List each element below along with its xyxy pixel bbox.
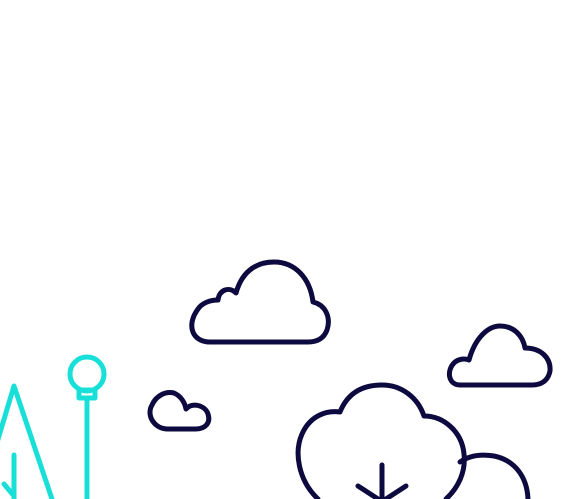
street-lamp-icon (67, 354, 107, 499)
line-art-illustration (0, 259, 553, 499)
bush-right-icon (457, 452, 531, 499)
cloud-large-icon (189, 259, 331, 345)
cloud-small-icon (147, 390, 212, 432)
pine-tree-icon (0, 383, 55, 499)
tree-round-icon (295, 382, 467, 499)
illustration-scene (0, 0, 561, 499)
cloud-right-icon (446, 323, 553, 388)
